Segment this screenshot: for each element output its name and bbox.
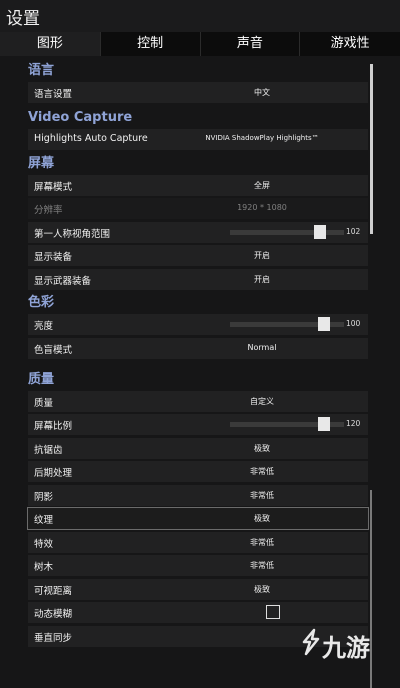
window-titlebar: 设置: [0, 0, 400, 32]
setting-value[interactable]: 开启: [162, 250, 362, 261]
setting-label: 显示武器装备: [34, 275, 92, 287]
setting-row-resolution: 分辨率 1920 * 1080: [28, 198, 368, 219]
setting-label: 色盲模式: [34, 344, 73, 356]
setting-row-show-equipment[interactable]: 显示装备 开启: [28, 245, 368, 266]
setting-value[interactable]: 开启: [162, 274, 362, 285]
setting-value[interactable]: 非常低: [162, 560, 362, 571]
section-language-title: 语言: [28, 63, 55, 78]
setting-row-textures[interactable]: 纹理 极致: [27, 507, 369, 530]
setting-label: 动态模糊: [34, 609, 73, 620]
slider-value: 102: [346, 226, 361, 236]
setting-label: 后期处理: [34, 468, 73, 479]
setting-row-anti-aliasing[interactable]: 抗锯齿 极致: [28, 437, 368, 459]
setting-row-highlights-auto-capture[interactable]: Highlights Auto Capture NVIDIA ShadowPla…: [28, 129, 368, 150]
setting-label: 可视距离: [34, 585, 73, 597]
section-quality-title: 质量: [28, 371, 55, 387]
fov-slider[interactable]: [230, 224, 344, 239]
setting-label: 第一人称视角范围: [34, 228, 111, 240]
setting-label: 分辨率: [34, 205, 63, 216]
slider-value: 100: [346, 319, 361, 328]
setting-value[interactable]: Normal: [162, 343, 362, 352]
tab-gameplay[interactable]: 游戏性: [299, 32, 400, 56]
slider-value: 120: [346, 419, 361, 428]
setting-row-effects[interactable]: 特效 非常低: [28, 531, 368, 553]
slider-thumb[interactable]: [318, 317, 330, 331]
setting-label: 抗锯齿: [34, 444, 63, 456]
setting-row-post-processing[interactable]: 后期处理 非常低: [28, 461, 368, 482]
setting-label: Highlights Auto Capture: [34, 133, 148, 144]
setting-row-fov: 第一人称视角范围 102: [28, 221, 368, 243]
section-video-capture-title: Video Capture: [28, 110, 133, 125]
setting-label: 阴影: [34, 491, 54, 503]
setting-row-brightness: 亮度 100: [28, 314, 368, 335]
settings-tabs: 图形 控制 声音 游戏性: [0, 32, 400, 56]
setting-row-motion-blur: 动态模糊: [28, 602, 368, 623]
setting-value[interactable]: NVIDIA ShadowPlay Highlights™: [162, 134, 362, 142]
setting-row-colorblind-mode[interactable]: 色盲模式 Normal: [28, 337, 368, 359]
setting-label: 纹理: [34, 515, 54, 526]
setting-row-language[interactable]: 语言设置 中文: [28, 82, 368, 103]
scrollbar-thumb[interactable]: [370, 64, 373, 234]
jiuyou-logo-icon: [302, 628, 320, 656]
setting-value: 1920 * 1080: [237, 203, 287, 212]
slider-thumb[interactable]: [314, 224, 326, 239]
setting-label: 亮度: [34, 321, 54, 332]
settings-list: 语言 语言设置 中文 Video Capture Highlights Auto…: [24, 60, 370, 649]
setting-row-view-distance[interactable]: 可视距离 极致: [28, 578, 368, 600]
setting-value[interactable]: 中文: [162, 87, 362, 98]
scrollbar-track[interactable]: [370, 490, 372, 688]
setting-label: 屏幕比例: [34, 421, 73, 432]
setting-value[interactable]: 极致: [162, 513, 362, 524]
tab-controls[interactable]: 控制: [99, 32, 200, 56]
setting-row-screen-scale: 屏幕比例 120: [28, 414, 368, 435]
setting-value[interactable]: 非常低: [162, 490, 362, 501]
setting-label: 特效: [34, 538, 54, 550]
section-color-title: 色彩: [28, 295, 55, 310]
setting-value[interactable]: 自定义: [162, 396, 362, 407]
tab-graphics[interactable]: 图形: [0, 32, 100, 56]
setting-label: 垂直同步: [34, 632, 73, 644]
setting-value[interactable]: 全屏: [162, 180, 362, 191]
section-screen-title: 屏幕: [28, 155, 55, 171]
slider-thumb[interactable]: [318, 417, 330, 431]
setting-row-quality[interactable]: 质量 自定义: [28, 390, 368, 412]
setting-value[interactable]: 极致: [162, 443, 362, 454]
setting-value[interactable]: 非常低: [162, 537, 362, 548]
motion-blur-checkbox[interactable]: [266, 605, 280, 619]
setting-value[interactable]: 极致: [162, 584, 362, 595]
setting-row-screen-mode[interactable]: 屏幕模式 全屏: [28, 174, 368, 196]
setting-label: 树木: [34, 562, 54, 573]
brightness-slider[interactable]: [230, 317, 344, 331]
setting-label: 语言设置: [34, 89, 73, 100]
setting-label: 显示装备: [34, 252, 73, 263]
setting-row-show-weapon-equipment[interactable]: 显示武器装备 开启: [28, 268, 368, 290]
setting-row-shadows[interactable]: 阴影 非常低: [28, 484, 368, 506]
setting-label: 屏幕模式: [34, 181, 73, 193]
watermark-text: 九游: [322, 634, 370, 662]
tab-sound[interactable]: 声音: [199, 32, 300, 56]
setting-value[interactable]: 非常低: [162, 466, 362, 477]
setting-label: 质量: [34, 397, 54, 409]
screen-scale-slider[interactable]: [230, 417, 344, 431]
window-title: 设置: [6, 9, 40, 29]
setting-row-foliage[interactable]: 树木 非常低: [28, 555, 368, 576]
